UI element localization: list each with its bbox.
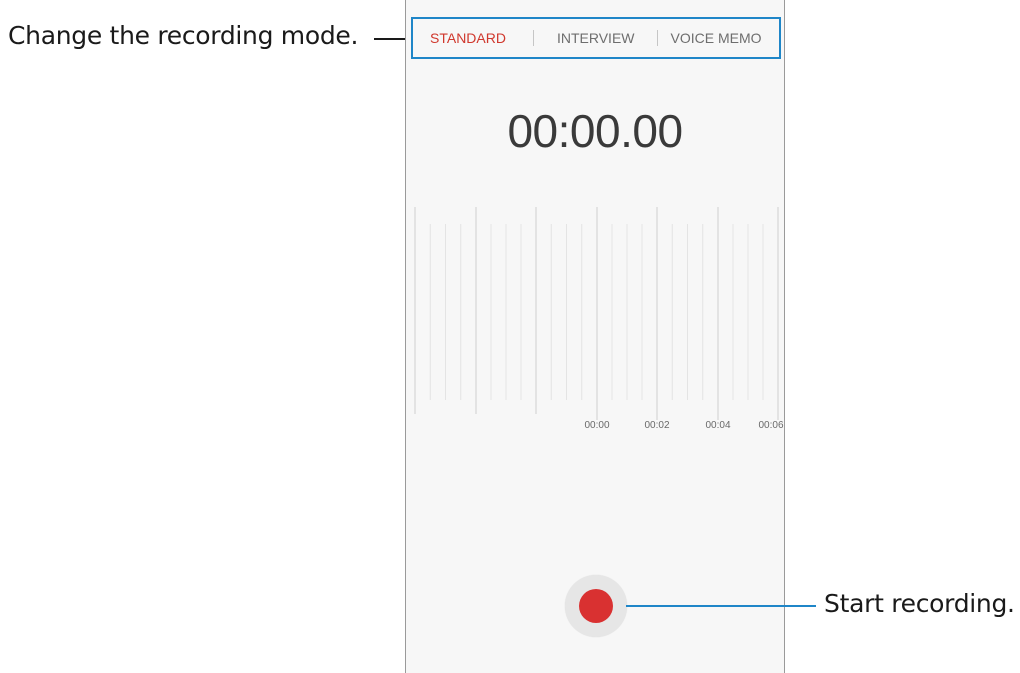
timeline-major-lines	[414, 207, 779, 420]
callout-start-recording: Start recording.	[824, 589, 1015, 618]
timeline-tick-label: 00:02	[644, 420, 669, 431]
callout-change-mode: Change the recording mode.	[8, 21, 359, 50]
callout-line-mode	[374, 38, 407, 40]
timeline-tick-labels: 00:00 00:02 00:04 00:06	[584, 420, 783, 431]
waveform-timeline: 00:00 00:02 00:04 00:06	[414, 207, 784, 431]
voice-recorder-screen: STANDARD INTERVIEW VOICE MEMO 00:00.00 0…	[405, 0, 785, 673]
timeline-tick-label: 00:00	[584, 420, 609, 431]
timeline-tick-label: 00:04	[705, 420, 730, 431]
timeline-tick-label: 00:06	[758, 420, 783, 431]
record-icon	[579, 589, 613, 623]
callout-line-record	[626, 605, 816, 607]
record-button[interactable]	[565, 575, 627, 637]
